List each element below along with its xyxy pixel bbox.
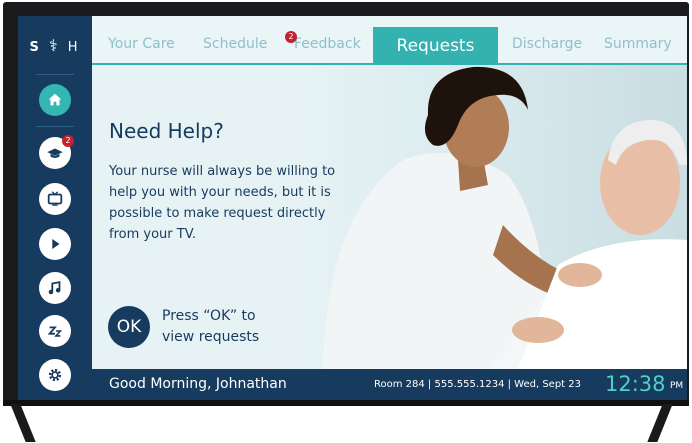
sidebar-divider	[36, 74, 74, 75]
brand-logo: S ⚕ H	[18, 36, 92, 55]
ok-instruction-line-2: view requests	[162, 329, 260, 345]
status-bar: Good Morning, Johnathan Room 284 | 555.5…	[92, 369, 687, 401]
tab-bar: Your Care Schedule Feedback 2 Requests D…	[92, 16, 687, 65]
clock-time: 12:38	[605, 372, 666, 396]
sidebar-item-settings[interactable]	[39, 359, 71, 391]
ok-button[interactable]: OK	[108, 306, 150, 348]
tv-bottom-bezel	[3, 400, 689, 406]
sidebar: S ⚕ H 2	[18, 16, 92, 401]
clock-ampm: PM	[670, 381, 684, 391]
tab-requests[interactable]: Requests	[373, 27, 498, 65]
ok-instruction: Press “OK” to view requests	[162, 306, 259, 348]
nurse-patient-photo	[308, 65, 687, 369]
brand-letter-h: H	[67, 40, 81, 55]
greeting-text: Good Morning, Johnathan	[109, 376, 287, 392]
sidebar-item-tv[interactable]	[39, 183, 71, 215]
tv-stand-leg-right	[647, 404, 673, 442]
help-description: Your nurse will always be willing to hel…	[109, 164, 336, 242]
music-note-icon	[48, 281, 61, 295]
tab-schedule[interactable]: Schedule	[203, 36, 267, 52]
page-title: Need Help?	[109, 119, 224, 143]
tv-icon	[47, 191, 63, 206]
tab-feedback[interactable]: Feedback	[294, 36, 361, 52]
sidebar-item-home[interactable]	[39, 84, 71, 116]
graduation-cap-icon	[47, 148, 63, 158]
ok-instruction-line-1: Press “OK” to	[162, 308, 256, 324]
notification-badge: 2	[285, 31, 297, 43]
sidebar-item-music[interactable]	[39, 272, 71, 304]
tab-discharge[interactable]: Discharge	[512, 36, 582, 52]
sidebar-item-video[interactable]	[39, 228, 71, 260]
brand-letter-s: S	[29, 40, 42, 55]
sidebar-item-sleep[interactable]	[39, 315, 71, 347]
tab-your-care[interactable]: Your Care	[108, 36, 175, 52]
caduceus-icon: ⚕	[48, 36, 61, 55]
notification-badge: 2	[62, 135, 74, 147]
gear-icon	[48, 368, 62, 382]
sleep-zzz-icon	[47, 326, 63, 337]
sidebar-divider	[36, 126, 74, 127]
tv-stand-leg-left	[10, 404, 36, 442]
room-info: Room 284 | 555.555.1234 | Wed, Sept 23	[374, 379, 582, 390]
home-icon	[48, 93, 62, 106]
tab-summary[interactable]: Summary	[604, 36, 672, 52]
play-icon	[52, 239, 60, 249]
tv-bezel: S ⚕ H 2 Your Care Schedule Feedback 2 Re…	[3, 2, 689, 406]
tv-screen: S ⚕ H 2 Your Care Schedule Feedback 2 Re…	[18, 16, 687, 401]
